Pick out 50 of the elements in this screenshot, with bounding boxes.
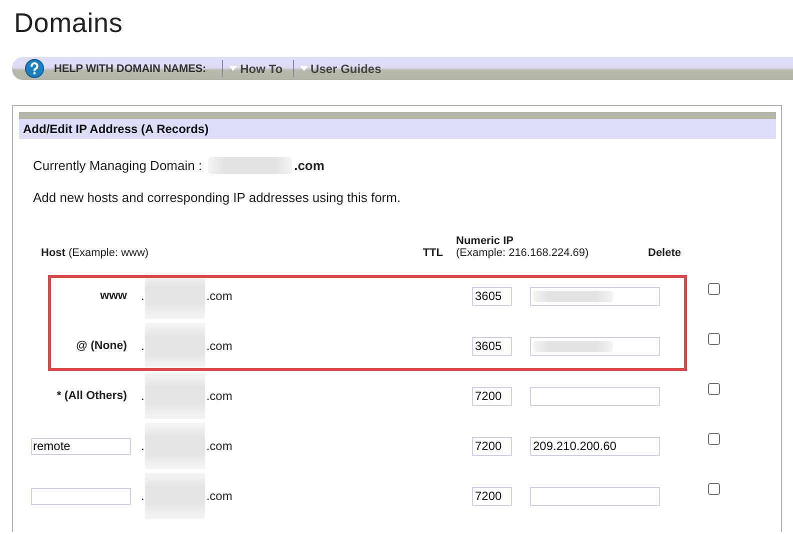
domain-suffix: .com xyxy=(206,439,232,453)
column-header: Host (Example: www) xyxy=(41,247,150,259)
delete-checkbox[interactable] xyxy=(708,283,720,295)
domain-dot: . xyxy=(141,339,144,353)
domain-suffix: .com xyxy=(206,389,232,403)
intro-text: Add new hosts and corresponding IP addresses using this form. xyxy=(33,190,402,205)
domain-suffix: .com xyxy=(294,158,324,172)
redacted-text xyxy=(145,423,206,469)
domain-dot: . xyxy=(141,439,144,453)
ttl-field[interactable]: 7200 xyxy=(472,386,512,406)
domain-suffix: .com xyxy=(206,289,232,303)
domain-suffix: .com xyxy=(206,339,232,353)
column-header: Numeric IP (Example: 216.168.224.69) xyxy=(456,235,590,259)
domain-dot: . xyxy=(141,289,144,303)
host-label: www xyxy=(99,290,128,302)
ip-field[interactable] xyxy=(530,386,660,406)
domain-dot: . xyxy=(141,489,144,503)
ip-field[interactable] xyxy=(530,486,660,506)
column-header: Delete xyxy=(647,247,682,259)
delete-checkbox[interactable] xyxy=(708,383,720,395)
domain-suffix: .com xyxy=(206,489,232,503)
managing-label: Currently Managing Domain : xyxy=(33,158,202,172)
panel-header: Add/Edit IP Address (A Records) xyxy=(19,112,776,139)
column-header: TTL xyxy=(422,247,444,259)
redacted-text xyxy=(145,323,206,369)
host-field[interactable] xyxy=(31,488,131,504)
ttl-field[interactable]: 7200 xyxy=(472,486,512,506)
help-link[interactable]: How To xyxy=(227,62,283,76)
domain-dot: . xyxy=(141,389,144,403)
help-label: HELP WITH DOMAIN NAMES: xyxy=(54,62,206,74)
ttl-field[interactable]: 3605 xyxy=(472,336,512,356)
delete-checkbox[interactable] xyxy=(708,333,720,345)
ip-field[interactable] xyxy=(530,336,660,356)
ip-field[interactable] xyxy=(530,286,660,306)
ttl-field[interactable]: 7200 xyxy=(472,436,512,456)
ttl-field[interactable]: 3605 xyxy=(472,286,512,306)
delete-checkbox[interactable] xyxy=(708,433,720,445)
redacted-text xyxy=(145,373,206,419)
host-label: @ (None) xyxy=(75,340,128,352)
redacted-text xyxy=(145,273,206,319)
caret-icon xyxy=(229,66,238,71)
help-icon xyxy=(25,59,44,78)
host-field[interactable]: remote xyxy=(31,438,131,454)
caret-icon xyxy=(300,66,308,71)
page-title: Domains xyxy=(13,7,124,40)
delete-checkbox[interactable] xyxy=(708,483,720,495)
ip-field[interactable]: 209.210.200.60 xyxy=(530,436,660,456)
help-link[interactable]: User Guides xyxy=(298,62,382,76)
host-label: * (All Others) xyxy=(56,390,128,402)
redacted-text xyxy=(145,473,206,519)
